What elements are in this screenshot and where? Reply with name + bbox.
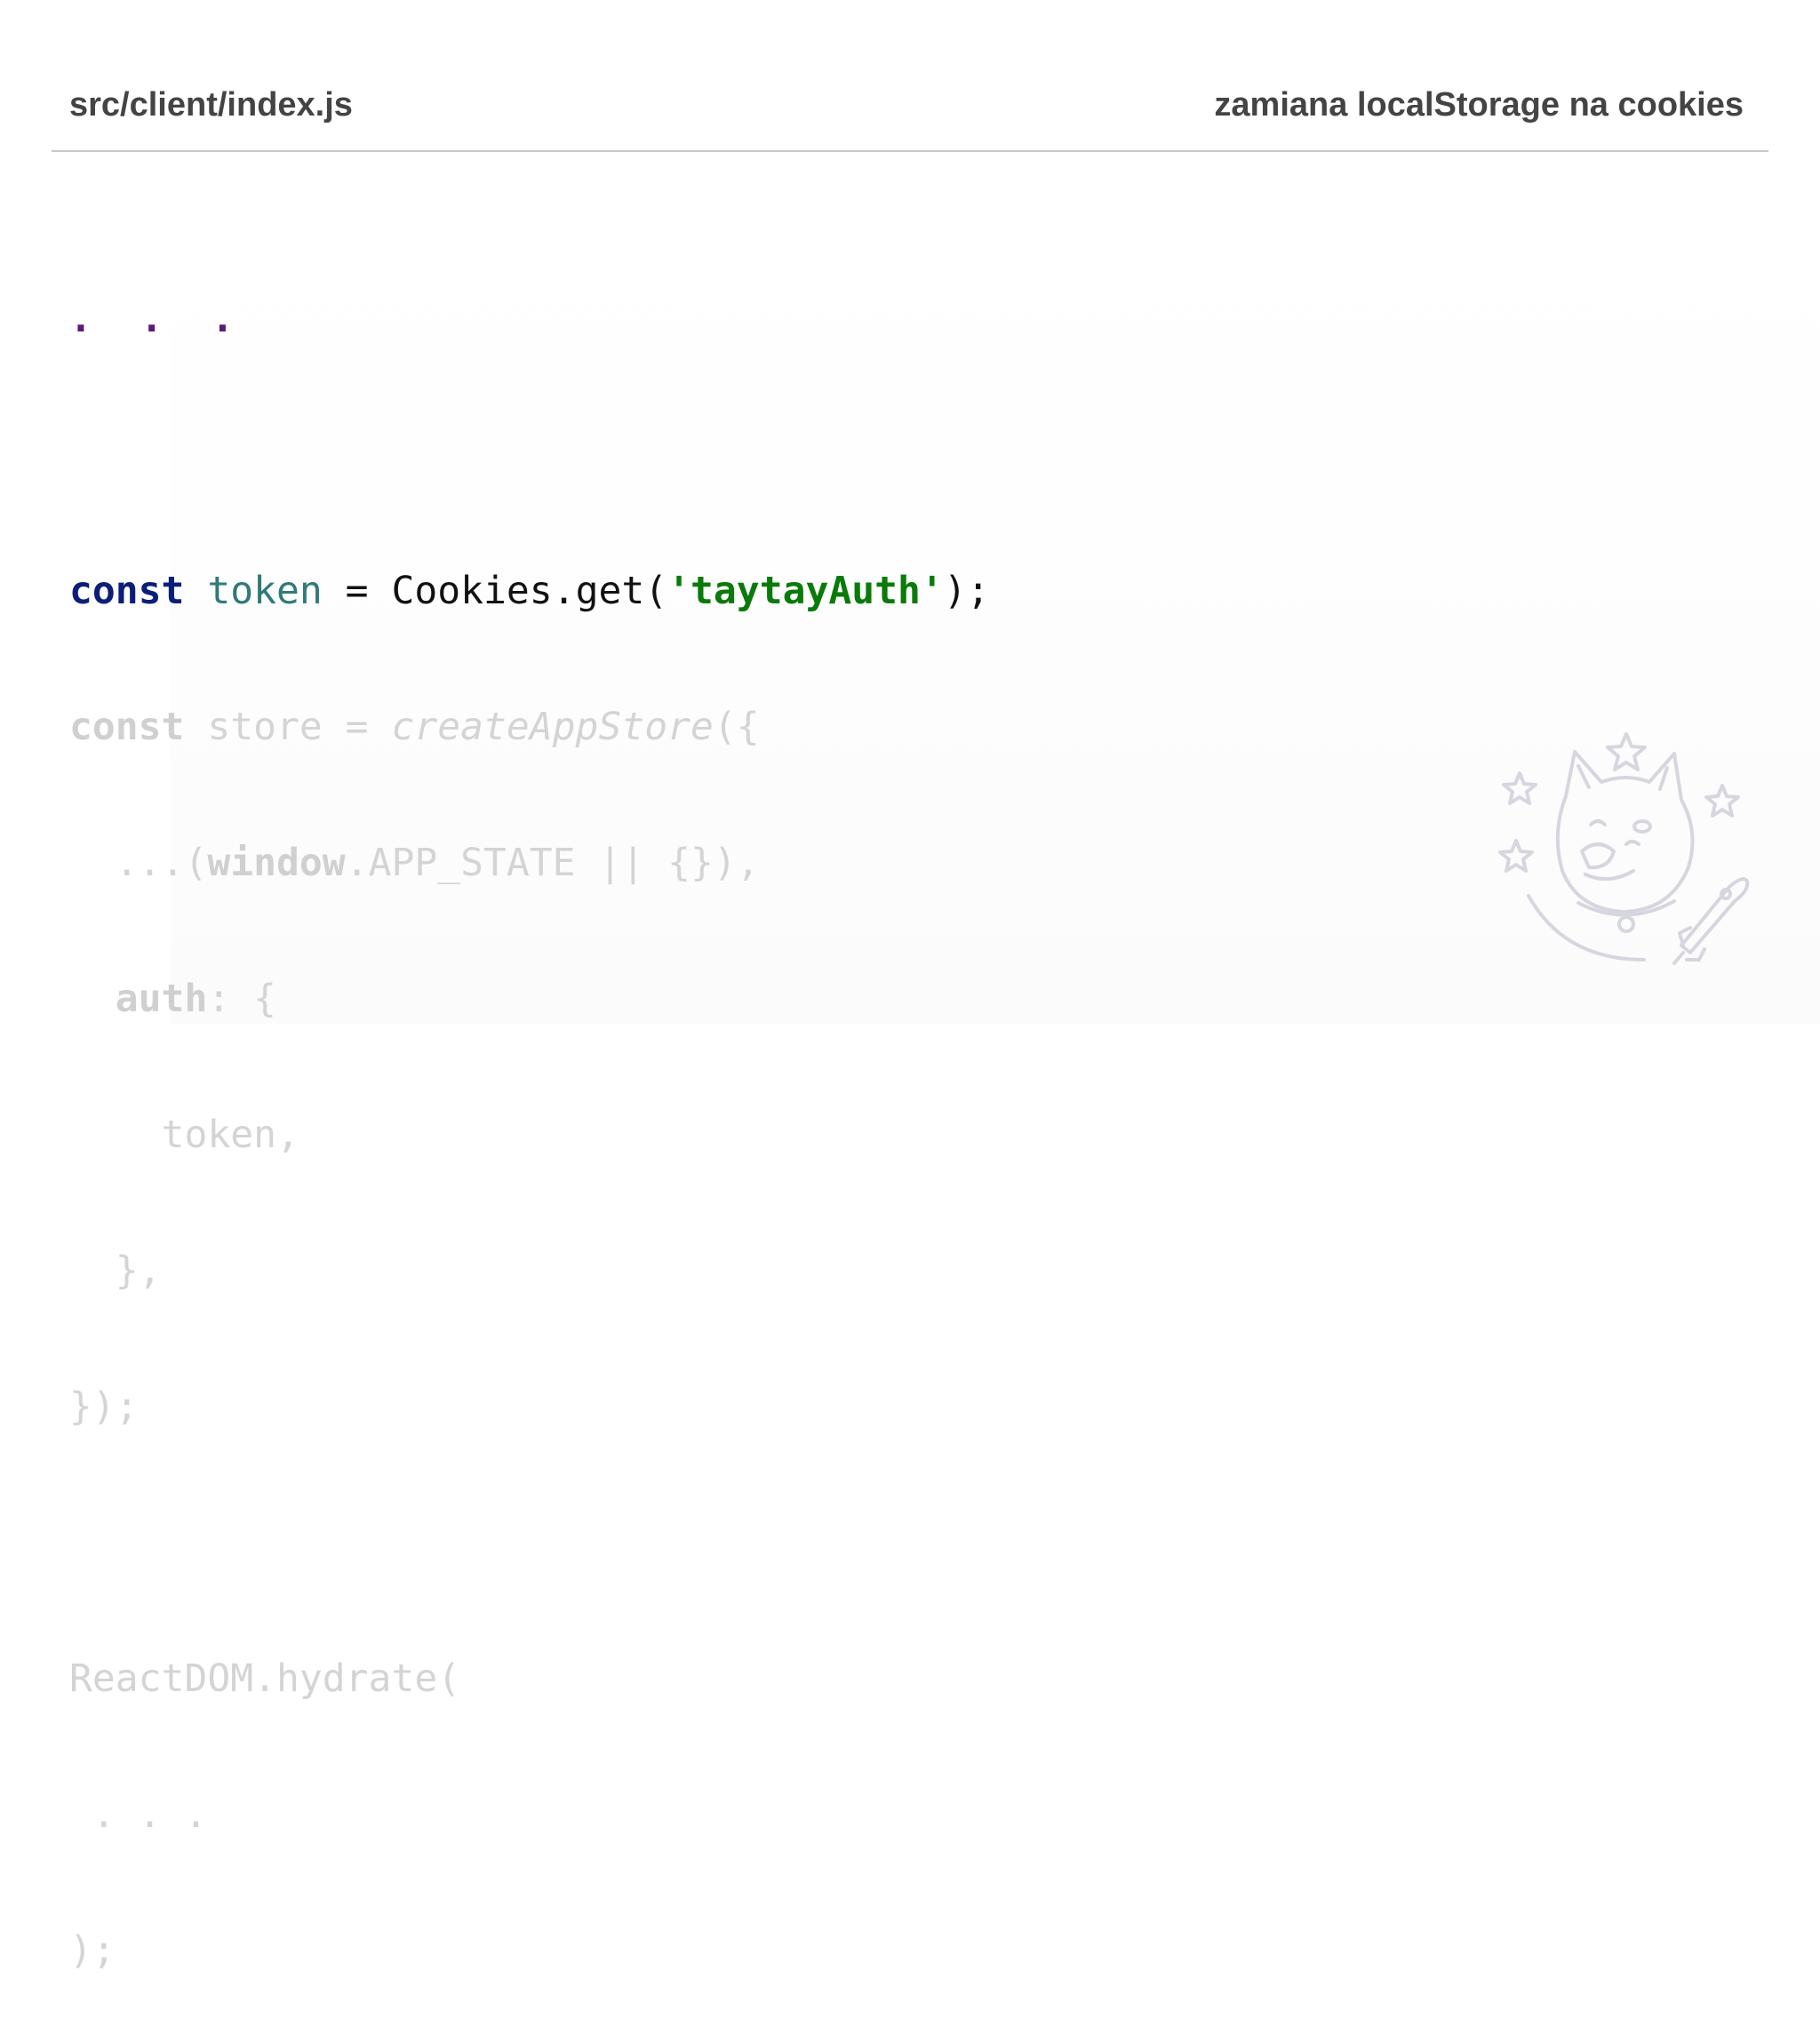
star-icon: [1502, 771, 1537, 805]
rocket-icon: [1680, 877, 1750, 954]
code-line-ellipsis-inner: . . .: [69, 1792, 208, 1837]
auth-key: auth: [69, 977, 208, 1021]
code-line-close-outer: });: [69, 1385, 139, 1429]
header-divider: [52, 150, 1768, 152]
variable-token: token: [207, 569, 323, 613]
store-assign: store =: [184, 705, 392, 749]
code-line-hydrate: ReactDOM.hydrate(: [69, 1656, 461, 1701]
fn-createappstore: createAppStore: [391, 705, 714, 749]
code-line-store: const store = createAppStore({: [69, 705, 990, 750]
operator-assign: =: [322, 569, 392, 613]
slide-header: src/client/index.js zamiana localStorage…: [69, 78, 1744, 132]
star-icon: [1498, 839, 1534, 873]
call-close: );: [943, 569, 990, 613]
dog-head-outline: [1555, 750, 1695, 914]
code-line-auth: auth: {: [69, 977, 990, 1022]
code-line-close-inner: },: [69, 1249, 162, 1293]
store-open: ({: [713, 705, 760, 749]
keyword-const-dim: const: [69, 705, 185, 749]
window-keyword: window: [207, 841, 346, 885]
code-line-token-prop: token,: [69, 1113, 299, 1157]
code-line-token: const token = Cookies.get('taytayAuth');: [69, 569, 990, 614]
slide-title: zamiana localStorage na cookies: [1214, 85, 1744, 124]
dog-eye-icon: [1632, 819, 1652, 834]
code-line-spread: ...(window.APP_STATE || {}),: [69, 841, 990, 886]
app-state-rest: .APP_STATE || {}),: [345, 841, 760, 885]
star-icon: [1704, 784, 1740, 818]
doge-rocket-stars-icon: [1498, 732, 1750, 965]
cookies-get-call: Cookies.get(: [391, 569, 668, 613]
code-line-close-hydrate: );: [69, 1928, 116, 1973]
spread-prefix: ...(: [69, 841, 208, 885]
star-icon: [1606, 732, 1647, 771]
code-blank-line-2: [69, 1520, 990, 1566]
keyword-const: const: [69, 569, 185, 613]
code-ellipsis-top: . . .: [69, 297, 247, 341]
string-taytayauth: 'taytayAuth': [667, 569, 944, 613]
code-block: . . . const token = Cookies.get('taytayA…: [69, 206, 990, 2019]
file-path-label: src/client/index.js: [69, 85, 353, 124]
dog-eye-icon: [1589, 819, 1607, 826]
auth-open: : {: [207, 977, 277, 1021]
